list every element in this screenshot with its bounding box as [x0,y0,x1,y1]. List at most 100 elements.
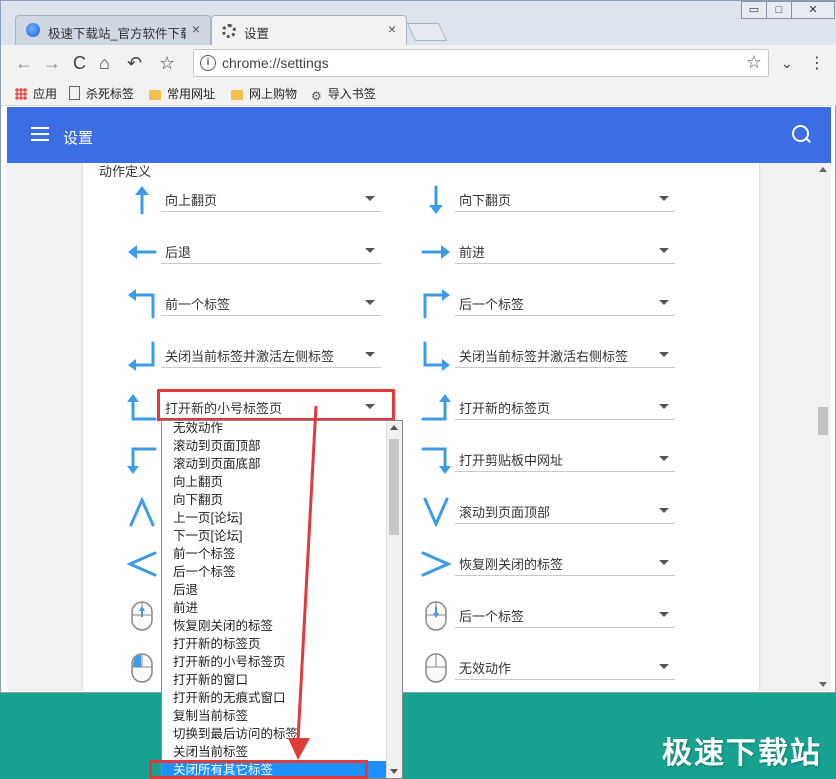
mouse-icon [421,653,451,683]
scroll-up-arrow-icon[interactable] [819,167,827,172]
gesture-action-select[interactable]: 后一个标签 [455,291,675,316]
page-scrollbar[interactable] [815,163,831,691]
close-tab-icon[interactable]: × [192,21,200,37]
chevron-down-icon[interactable] [659,664,669,669]
dropdown-option[interactable]: 向下翻页 [162,491,387,509]
undo-close-icon[interactable]: ↶ [127,53,142,74]
chevron-down-icon[interactable] [365,248,375,253]
minimize-button[interactable]: ▭ [741,1,767,19]
dropdown-option[interactable]: 前一个标签 [162,545,387,563]
chevron-down-icon[interactable] [659,612,669,617]
dropdown-option[interactable]: 前进 [162,599,387,617]
gesture-action-select[interactable]: 关闭当前标签并激活左侧标签 [161,343,381,368]
scroll-thumb[interactable] [389,439,399,535]
chevron-down-icon[interactable] [659,404,669,409]
scroll-thumb[interactable] [818,407,828,435]
bookmark-common-sites[interactable]: 常用网址 [149,85,215,102]
bookmark-shopping[interactable]: 网上购物 [231,85,297,102]
close-tab-icon[interactable]: × [388,21,396,37]
gesture-action-select[interactable]: 打开新的标签页 [455,395,675,420]
gesture-action-select[interactable]: 无效动作 [455,655,675,680]
dropdown-option[interactable]: 复制当前标签 [162,707,387,725]
select-value: 前一个标签 [165,297,231,312]
chevron-down-icon[interactable]: ⌄ [781,55,793,72]
bookmark-import[interactable]: ⚙ 导入书签 [311,85,376,103]
dropdown-option[interactable]: 滚动到页面顶部 [162,437,387,455]
caret-right-icon [421,549,452,579]
dropdown-scrollbar[interactable] [386,421,402,778]
hamburger-menu-icon[interactable] [31,127,49,141]
menu-icon[interactable]: ⋮ [809,53,825,73]
dropdown-option[interactable]: 打开新的窗口 [162,671,387,689]
gesture-action-select[interactable]: 恢复刚关闭的标签 [455,551,675,576]
dropdown-option[interactable]: 切换到最后访问的标签 [162,725,387,743]
dropdown-option[interactable]: 上一页[论坛] [162,509,387,527]
scroll-up-arrow-icon[interactable] [390,425,398,430]
settings-content: 动作定义 向上翻页 向下翻页 后退 前进 前一个标签 后一个标签 关闭当前标签并激活左侧标签… [7,163,815,691]
tab-download-site[interactable]: 极速下载站_官方软件下载 × [15,15,211,45]
select-value: 后退 [165,245,192,260]
dropdown-option[interactable]: 打开新的标签页 [162,635,387,653]
info-icon[interactable]: i [200,55,216,71]
reload-icon[interactable]: C [73,53,86,74]
close-window-button[interactable]: ✕ [791,1,835,19]
maximize-button[interactable]: □ [766,1,792,19]
chevron-down-icon[interactable] [659,352,669,357]
dropdown-option[interactable]: 后一个标签 [162,563,387,581]
tab-settings[interactable]: 设置 × [211,15,407,45]
watermark-text: 极速下载站 [662,737,822,770]
dropdown-option[interactable]: 打开新的小号标签页 [162,653,387,671]
mouse-left-click-icon [127,653,157,683]
scroll-down-arrow-icon[interactable] [390,769,398,774]
chevron-down-icon[interactable] [365,196,375,201]
gesture-action-select[interactable]: 向下翻页 [455,187,675,212]
select-value: 无效动作 [459,661,512,676]
arrow-down-right-icon [421,341,451,371]
scroll-down-arrow-icon[interactable] [819,682,827,687]
gesture-action-select[interactable]: 滚动到页面顶部 [455,499,675,524]
bookmark-kill-tab[interactable]: 杀死标签 [69,85,134,102]
home-icon[interactable]: ⌂ [99,53,110,74]
section-title: 动作定义 [99,164,152,179]
chevron-down-icon[interactable] [659,508,669,513]
select-value: 恢复刚关闭的标签 [459,557,564,572]
gesture-action-select[interactable]: 向上翻页 [161,187,381,212]
star-icon[interactable]: ☆ [746,52,762,73]
bookmark-apps[interactable]: 应用 [15,85,57,102]
search-icon[interactable] [792,125,809,142]
dropdown-option[interactable]: 下一页[论坛] [162,527,387,545]
chevron-down-icon[interactable] [659,196,669,201]
back-icon[interactable]: ← [15,53,33,74]
chevron-down-icon[interactable] [659,300,669,305]
chevron-down-icon[interactable] [659,560,669,565]
gesture-action-select[interactable]: 打开剪贴板中网址 [455,447,675,472]
chevron-down-icon[interactable] [659,456,669,461]
caret-up-icon [127,496,157,527]
arrow-down-icon [421,185,451,215]
dropdown-option[interactable]: 无效动作 [162,421,387,437]
url-text[interactable]: chrome://settings [222,55,329,71]
chevron-down-icon[interactable] [659,248,669,253]
dropdown-option[interactable]: 关闭当前标签 [162,743,387,761]
gesture-action-select[interactable]: 后退 [161,239,381,264]
settings-header: 设置 [7,107,831,163]
chevron-down-icon[interactable] [365,352,375,357]
chevron-down-icon[interactable] [365,300,375,305]
dropdown-option[interactable]: 滚动到页面底部 [162,455,387,473]
dropdown-option[interactable]: 后退 [162,581,387,599]
bookmark-star-icon[interactable]: ☆ [159,53,175,74]
gesture-action-select[interactable]: 关闭当前标签并激活右侧标签 [455,343,675,368]
tab-strip: 极速下载站_官方软件下载 × 设置 × ▭ □ ✕ [1,1,836,45]
forward-icon[interactable]: → [43,53,61,74]
bookmark-label: 杀死标签 [86,87,135,101]
gesture-action-select[interactable]: 前一个标签 [161,291,381,316]
new-tab-button[interactable] [406,23,448,41]
dropdown-option[interactable]: 恢复刚关闭的标签 [162,617,387,635]
gesture-action-select[interactable]: 前进 [455,239,675,264]
gesture-action-select[interactable]: 后一个标签 [455,603,675,628]
address-bar[interactable]: i chrome://settings ☆ [193,49,769,77]
dropdown-option[interactable]: 打开新的无痕式窗口 [162,689,387,707]
select-value: 向上翻页 [165,193,218,208]
dropdown-option[interactable]: 向上翻页 [162,473,387,491]
highlight-selected-option [149,760,368,779]
